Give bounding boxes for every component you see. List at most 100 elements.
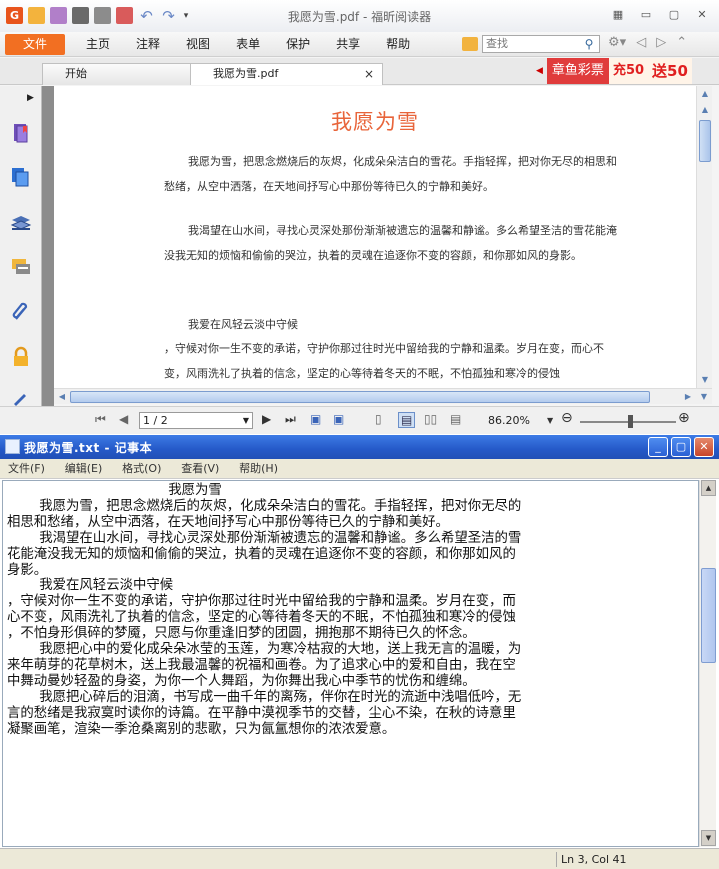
scroll-up-arrow-icon[interactable]: ▲ — [697, 86, 713, 102]
menu-view[interactable]: 查看(V) — [173, 459, 227, 479]
text-line: 言的愁绪是我寂寞时读你的诗篇。在平静中漠视季节的交替，尘心不染，在秋的诗意里 — [7, 705, 516, 721]
forward-icon[interactable]: ▷ — [656, 35, 666, 50]
navigation-panel: ▶ — [0, 86, 42, 406]
menu-help[interactable]: 帮助(H) — [231, 459, 286, 479]
search-folder-icon[interactable] — [462, 37, 478, 51]
chevron-down-icon[interactable]: ▼ — [243, 413, 249, 428]
continuous-facing-icon[interactable]: ▤ — [450, 412, 461, 426]
scroll-down-arrow-icon[interactable]: ▼ — [696, 389, 712, 405]
menu-home[interactable]: 主页 — [73, 34, 123, 55]
bookmarks-icon[interactable] — [10, 122, 32, 144]
notepad-window: 我愿为雪.txt - 记事本 _ ▢ ✕ 文件(F) 编辑(E) 格式(O) 查… — [0, 435, 719, 869]
ad-text-bonus[interactable]: 送50 — [648, 58, 692, 84]
document-title: 我愿为雪 — [331, 110, 419, 134]
scroll-thumb[interactable] — [70, 391, 650, 403]
text-line: 我爱在风轻云淡中守候 — [7, 578, 174, 594]
security-lock-icon[interactable] — [10, 346, 32, 368]
text-line: 我愿为雪 — [7, 483, 222, 498]
menu-help[interactable]: 帮助 — [373, 34, 423, 55]
previous-view-icon[interactable]: ▣ — [310, 412, 321, 426]
tab-label: 开始 — [65, 67, 87, 80]
collapse-ribbon-icon[interactable]: ⌃ — [676, 35, 687, 50]
single-page-icon[interactable]: ▯ — [375, 412, 382, 426]
window-title: 我愿为雪.txt - 记事本 — [24, 441, 153, 455]
scroll-right-arrow-icon[interactable]: ▶ — [680, 389, 696, 405]
panel-splitter[interactable] — [42, 86, 54, 406]
dropdown-arrow-icon[interactable]: ◀ — [536, 66, 543, 76]
first-page-icon[interactable]: ⏮ — [95, 412, 106, 427]
tab-document[interactable]: 我愿为雪.pdf × — [190, 63, 383, 85]
scroll-up-fast-icon[interactable]: ▲ — [697, 102, 713, 118]
settings-gear-icon[interactable]: ⚙▾ — [608, 35, 626, 50]
last-page-icon[interactable]: ⏭ — [285, 412, 296, 427]
ad-text-charge[interactable]: 充50 — [608, 58, 649, 84]
text-line: 凝聚画笔，渲染一季沧桑离别的悲歌，只为氤氲想你的浓浓爱意。 — [7, 721, 396, 737]
menu-edit[interactable]: 编辑(E) — [57, 459, 111, 479]
text-editor[interactable]: 我愿为雪 我愿为雪，把思念燃烧后的灰烬，化成朵朵洁白的雪花。手指轻挥，把对你无尽… — [2, 480, 699, 847]
scroll-down-arrow-icon[interactable]: ▼ — [697, 372, 713, 388]
page-number-field[interactable]: 1 / 2 ▼ — [139, 412, 253, 429]
scroll-up-arrow-icon[interactable]: ▲ — [701, 480, 716, 496]
tab-start[interactable]: 开始 — [42, 63, 192, 85]
document-paragraph: ，守候对你一生不变的承诺，守护你那过往时光中留给我的宁静和温柔。岁月在变，而心不… — [164, 342, 604, 380]
facing-pages-icon[interactable]: ▯▯ — [424, 412, 437, 426]
menu-file[interactable]: 文件(F) — [0, 459, 53, 479]
layout-icon[interactable]: ▦ — [607, 6, 629, 22]
zoom-out-icon[interactable]: ⊖ — [561, 410, 573, 426]
notepad-title-bar[interactable]: 我愿为雪.txt - 记事本 _ ▢ ✕ — [0, 435, 719, 459]
pdf-page-view[interactable]: 我愿为雪 我愿为雪，把思念燃烧后的灰烬，化成朵朵洁白的雪花。手指轻挥，把对你无尽… — [54, 86, 696, 388]
zoom-level[interactable]: 86.20% — [488, 414, 530, 427]
layers-icon[interactable] — [10, 212, 32, 234]
close-button[interactable]: ✕ — [694, 437, 714, 457]
search-icon[interactable]: ⚲ — [580, 35, 598, 53]
next-view-icon[interactable]: ▣ — [333, 412, 344, 426]
menu-format[interactable]: 格式(O) — [114, 459, 169, 479]
text-line: ，不怕身形俱碎的梦魇，只愿与你重逢旧梦的团圆，拥抱那不期待已久的怀念。 — [7, 626, 476, 642]
document-paragraph: 我愿为雪，把思念燃烧后的灰烬，化成朵朵洁白的雪花。手指轻挥，把对你无尽的相思和愁… — [164, 155, 617, 193]
ribbon-menu-bar: 文件 主页 注释 视图 表单 保护 共享 帮助 查找 ⚲ ⚙▾ ◁ ▷ ⌃ — [0, 32, 719, 57]
menu-share[interactable]: 共享 — [323, 34, 373, 55]
text-line: 相思和愁绪，从空中洒落，在天地间抒写心中那份等待已久的宁静和美好。 — [7, 514, 449, 530]
advertisement-banner[interactable]: ◀ 章鱼彩票 充50 送50 — [536, 58, 692, 84]
notepad-menu-bar: 文件(F) 编辑(E) 格式(O) 查看(V) 帮助(H) — [0, 459, 719, 479]
status-bar: ⏮ ◀ 1 / 2 ▼ ▶ ⏭ ▣ ▣ ▯ ▤ ▯▯ ▤ 86.20% ▼ ⊖ … — [0, 406, 719, 434]
expand-panel-icon[interactable]: ▶ — [27, 93, 34, 103]
ad-text-lottery[interactable]: 章鱼彩票 — [546, 58, 609, 84]
notepad-icon — [5, 439, 20, 454]
text-line: 我愿把心中的爱化成朵朵冰莹的玉莲，为寒冷枯寂的大地，送上我无言的温暖，为 — [7, 642, 522, 658]
scroll-thumb[interactable] — [699, 120, 711, 162]
text-line: 身影。 — [7, 562, 48, 578]
document-paragraph: 我爱在风轻云淡中守候 — [188, 318, 298, 331]
vertical-scrollbar[interactable]: ▲ ▼ — [699, 480, 716, 847]
menu-file[interactable]: 文件 — [5, 34, 66, 55]
next-page-icon[interactable]: ▶ — [262, 412, 271, 426]
attachments-icon[interactable] — [10, 301, 32, 323]
comments-icon[interactable] — [10, 256, 32, 278]
maximize-button[interactable]: ▢ — [671, 437, 691, 457]
continuous-page-icon[interactable]: ▤ — [398, 412, 416, 428]
menu-form[interactable]: 表单 — [223, 34, 273, 55]
close-tab-icon[interactable]: × — [364, 64, 374, 84]
menu-comment[interactable]: 注释 — [123, 34, 173, 55]
text-line: 花能淹没我无知的烦恼和偷偷的哭泣，执着的灵魂在追逐你不变的容颜，和你那如风的 — [7, 546, 516, 562]
previous-page-icon[interactable]: ◀ — [119, 412, 128, 426]
back-icon[interactable]: ◁ — [636, 35, 646, 50]
foxit-reader-window: G ↶ ↷ ▾ 我愿为雪.pdf - 福昕阅读器 ▦ ▭ ▢ ✕ 文件 主页 注… — [0, 0, 719, 434]
close-button[interactable]: ✕ — [691, 6, 713, 22]
zoom-in-icon[interactable]: ⊕ — [678, 410, 690, 426]
zoom-slider-handle[interactable] — [628, 415, 633, 428]
horizontal-scrollbar[interactable]: ◀ ▶ ▼ — [54, 388, 712, 404]
text-line: 我愿把心碎后的泪滴，书写成一曲千年的离殇，伴你在时光的流逝中浅唱低吟，无 — [7, 689, 522, 705]
scroll-thumb[interactable] — [701, 568, 716, 663]
pages-icon[interactable] — [10, 166, 32, 188]
minimize-button[interactable]: ▭ — [635, 6, 657, 22]
minimize-button[interactable]: _ — [648, 437, 668, 457]
maximize-button[interactable]: ▢ — [663, 6, 685, 22]
scroll-left-arrow-icon[interactable]: ◀ — [54, 389, 70, 405]
menu-protect[interactable]: 保护 — [273, 34, 323, 55]
scroll-down-arrow-icon[interactable]: ▼ — [701, 830, 716, 846]
zoom-dropdown-icon[interactable]: ▼ — [547, 416, 553, 425]
menu-view[interactable]: 视图 — [173, 34, 223, 55]
vertical-scrollbar[interactable]: ▲ ▲ ▼ — [696, 86, 712, 388]
text-line: 中舞动曼妙轻盈的身姿，为你一个人舞蹈，为你舞出我心中季节的忧伤和缠绵。 — [7, 673, 476, 689]
